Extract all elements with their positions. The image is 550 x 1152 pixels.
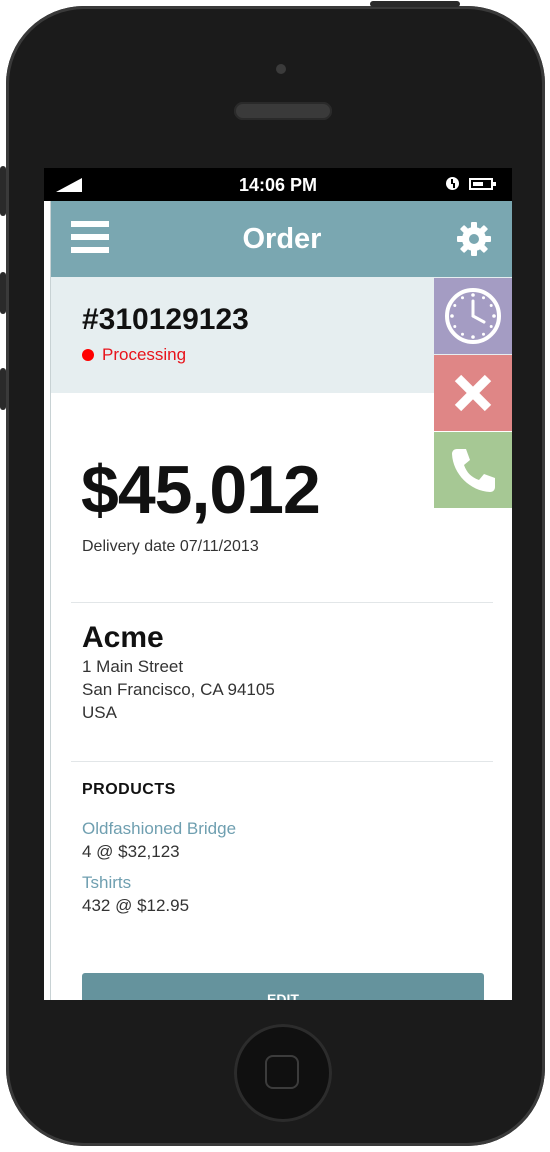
- close-icon: [454, 374, 492, 412]
- page-title: Order: [242, 223, 322, 255]
- clock-icon: [445, 288, 501, 344]
- volume-down-button: [0, 368, 6, 410]
- product-quantity: 4 @ $32,123: [82, 842, 180, 861]
- gear-icon[interactable]: [456, 221, 492, 257]
- product-link[interactable]: Tshirts: [82, 873, 131, 893]
- call-button[interactable]: [434, 432, 512, 508]
- address-line: San Francisco, CA 94105: [82, 680, 275, 699]
- earpiece-speaker: [234, 102, 332, 120]
- power-button: [370, 1, 460, 7]
- divider: [71, 602, 493, 603]
- phone-icon: [452, 449, 495, 492]
- alarm-icon: [446, 177, 459, 190]
- product-link[interactable]: Oldfashioned Bridge: [82, 819, 236, 839]
- delivery-date: Delivery date 07/11/2013: [82, 538, 259, 555]
- phone-screen: 14:06 PM Order #310129123 Processing $45…: [44, 168, 512, 1000]
- customer-name: Acme: [82, 621, 164, 654]
- status-label: Processing: [102, 345, 187, 364]
- edit-button[interactable]: EDIT: [82, 973, 484, 1000]
- schedule-button[interactable]: [434, 278, 512, 354]
- status-badge: Processing: [82, 345, 186, 365]
- status-dot-icon: [82, 349, 94, 361]
- home-square-icon: [265, 1055, 299, 1089]
- volume-up-button: [0, 272, 6, 314]
- address-line: USA: [82, 703, 117, 722]
- order-number: #310129123: [82, 303, 249, 336]
- status-bar: 14:06 PM: [44, 168, 512, 201]
- home-button[interactable]: [234, 1024, 332, 1122]
- product-quantity: 432 @ $12.95: [82, 896, 190, 915]
- address-line: 1 Main Street: [82, 657, 184, 676]
- divider: [71, 761, 493, 762]
- cancel-order-button[interactable]: [434, 355, 512, 431]
- status-time: 14:06 PM: [238, 175, 318, 195]
- mute-switch: [0, 166, 6, 216]
- products-heading: PRODUCTS: [82, 781, 176, 798]
- order-app: Order #310129123 Processing $45,012 Deli…: [50, 201, 512, 1000]
- quick-actions: [434, 278, 512, 509]
- front-camera: [276, 64, 286, 74]
- order-amount: $45,012: [81, 452, 321, 528]
- navbar: Order: [51, 201, 512, 277]
- battery-icon: [469, 178, 496, 190]
